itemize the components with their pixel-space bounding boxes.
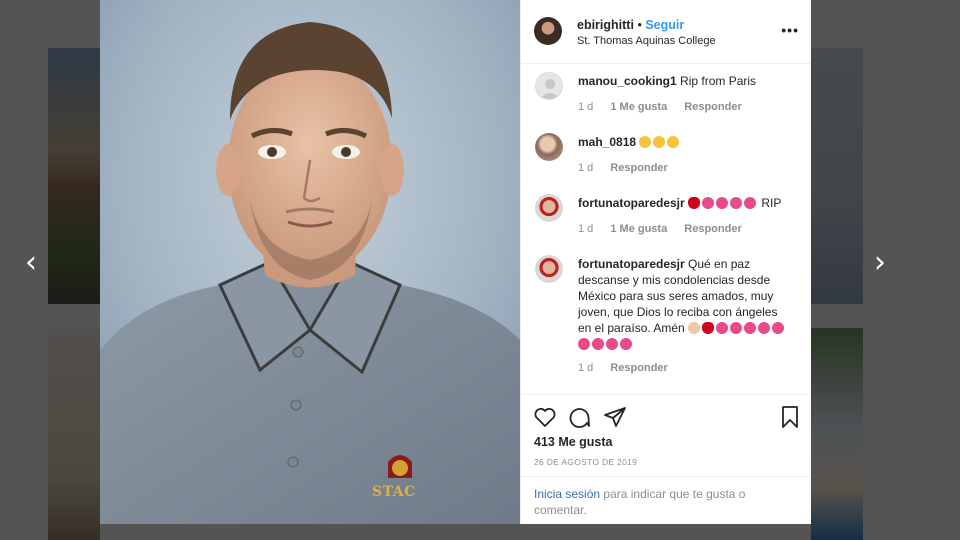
author-username[interactable]: ebirighitti (577, 18, 634, 32)
crying-emoji-icon (639, 135, 681, 149)
bookmark-icon[interactable] (778, 405, 802, 429)
post-side-panel: ebirighitti • Seguir St. Thomas Aquinas … (520, 0, 811, 524)
heart-icon[interactable] (533, 405, 557, 429)
reply-button[interactable]: Responder (684, 223, 741, 235)
comment-text: mah_0818 (578, 134, 788, 150)
comment-meta: 1 d Responder (578, 362, 682, 374)
post-actions: 413 Me gusta 26 DE AGOSTO DE 2019 (521, 394, 811, 476)
comment-username[interactable]: fortunatoparedesjr (578, 257, 685, 271)
comment-time[interactable]: 1 d (578, 101, 593, 113)
author-line: ebirighitti • Seguir (577, 18, 684, 32)
login-prompt: Inicia sesión para indicar que te gusta … (521, 476, 811, 524)
follow-button[interactable]: Seguir (645, 18, 684, 32)
comment-text: fortunatoparedesjr Qué en paz descanse y… (578, 256, 788, 352)
default-avatar-icon (540, 79, 560, 99)
comment-item: manou_cooking1 Rip from Paris 1 d 1 Me g… (521, 64, 811, 125)
stac-logo (388, 455, 412, 478)
more-options-icon[interactable]: ••• (781, 22, 799, 38)
shirt-logo-text: STAC (372, 484, 416, 500)
commenter-avatar[interactable] (535, 194, 563, 222)
post-photo: STAC (100, 0, 520, 524)
comment-item: fortunatoparedesjr Qué en paz descanse y… (521, 247, 811, 387)
location-link[interactable]: St. Thomas Aquinas College (577, 35, 716, 47)
author-avatar[interactable] (534, 17, 562, 45)
comments-list[interactable]: manou_cooking1 Rip from Paris 1 d 1 Me g… (521, 64, 811, 394)
likes-count[interactable]: 413 Me gusta (534, 435, 613, 449)
comment-time[interactable]: 1 d (578, 223, 593, 235)
separator-dot: • (637, 18, 642, 32)
post-date[interactable]: 26 DE AGOSTO DE 2019 (534, 457, 637, 467)
comment-username[interactable]: fortunatoparedesjr (578, 196, 685, 210)
comment-text: fortunatoparedesjr RIP (578, 195, 788, 211)
commenter-avatar[interactable] (535, 72, 563, 100)
comment-username[interactable]: manou_cooking1 (578, 74, 677, 88)
next-post-arrow-icon[interactable]: › (865, 248, 895, 278)
comment-meta: 1 d 1 Me gusta Responder (578, 101, 756, 113)
reply-button[interactable]: Responder (610, 162, 667, 174)
share-icon[interactable] (603, 405, 627, 429)
comment-icon[interactable] (567, 405, 591, 429)
commenter-avatar[interactable] (535, 255, 563, 283)
portrait-image (100, 0, 520, 524)
reply-button[interactable]: Responder (610, 362, 667, 374)
post-header: ebirighitti • Seguir St. Thomas Aquinas … (521, 0, 811, 64)
login-link[interactable]: Inicia sesión (534, 487, 600, 501)
comment-likes[interactable]: 1 Me gusta (610, 101, 667, 113)
reply-button[interactable]: Responder (684, 101, 741, 113)
comment-text: manou_cooking1 Rip from Paris (578, 73, 788, 89)
comment-likes[interactable]: 1 Me gusta (610, 223, 667, 235)
comment-time[interactable]: 1 d (578, 362, 593, 374)
commenter-avatar[interactable] (535, 133, 563, 161)
comment-time[interactable]: 1 d (578, 162, 593, 174)
previous-post-arrow-icon[interactable]: ‹ (16, 248, 46, 278)
comment-body: RIP (761, 196, 782, 210)
comment-item: mah_0818 1 d Responder (521, 125, 811, 186)
comment-body: Rip from Paris (680, 74, 757, 88)
comment-username[interactable]: mah_0818 (578, 135, 636, 149)
comment-meta: 1 d 1 Me gusta Responder (578, 223, 756, 235)
comment-item: fortunatoparedesjr RIP 1 d 1 Me gusta Re… (521, 186, 811, 247)
heart-tulip-emoji-icon (688, 196, 758, 210)
comment-meta: 1 d Responder (578, 162, 682, 174)
